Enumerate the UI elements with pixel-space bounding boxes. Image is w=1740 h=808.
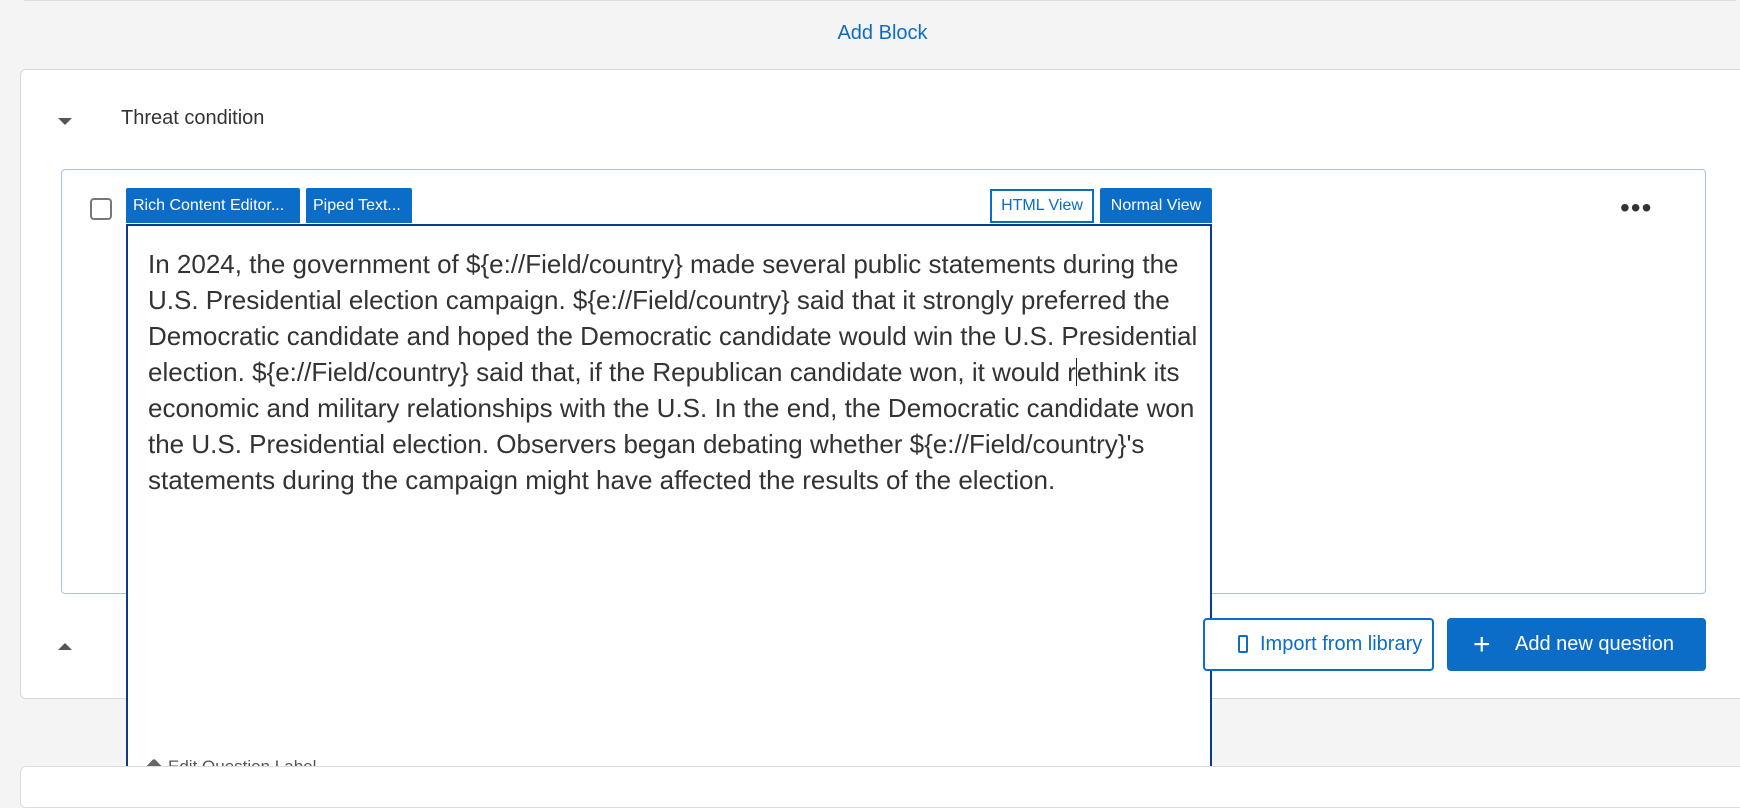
more-icon[interactable]: •••	[1620, 194, 1652, 222]
question-select-checkbox[interactable]	[90, 198, 112, 220]
question-text-before-cursor: In 2024, the government of ${e://Field/c…	[148, 249, 1198, 387]
import-from-library-button[interactable]: Import from library	[1203, 618, 1434, 671]
question-text[interactable]: In 2024, the government of ${e://Field/c…	[148, 246, 1198, 498]
rich-content-editor-button[interactable]: Rich Content Editor...	[126, 188, 300, 223]
piped-text-button[interactable]: Piped Text...	[306, 188, 412, 223]
block-title[interactable]: Threat condition	[121, 107, 264, 130]
import-from-library-label: Import from library	[1260, 633, 1423, 655]
add-new-question-button[interactable]: + Add new question	[1447, 618, 1706, 671]
normal-view-button[interactable]: Normal View	[1100, 188, 1212, 223]
chevron-up-icon[interactable]	[58, 643, 72, 650]
plus-icon: +	[1473, 628, 1491, 661]
next-block-card	[20, 766, 1740, 808]
chevron-down-icon[interactable]	[58, 118, 72, 125]
add-block-link[interactable]: Add Block	[0, 22, 1740, 45]
book-icon	[1238, 635, 1248, 653]
add-new-question-label: Add new question	[1515, 633, 1675, 655]
html-view-button[interactable]: HTML View	[990, 189, 1094, 223]
question-text-editor[interactable]: In 2024, the government of ${e://Field/c…	[126, 224, 1212, 804]
previous-block-card	[20, 0, 1740, 1]
